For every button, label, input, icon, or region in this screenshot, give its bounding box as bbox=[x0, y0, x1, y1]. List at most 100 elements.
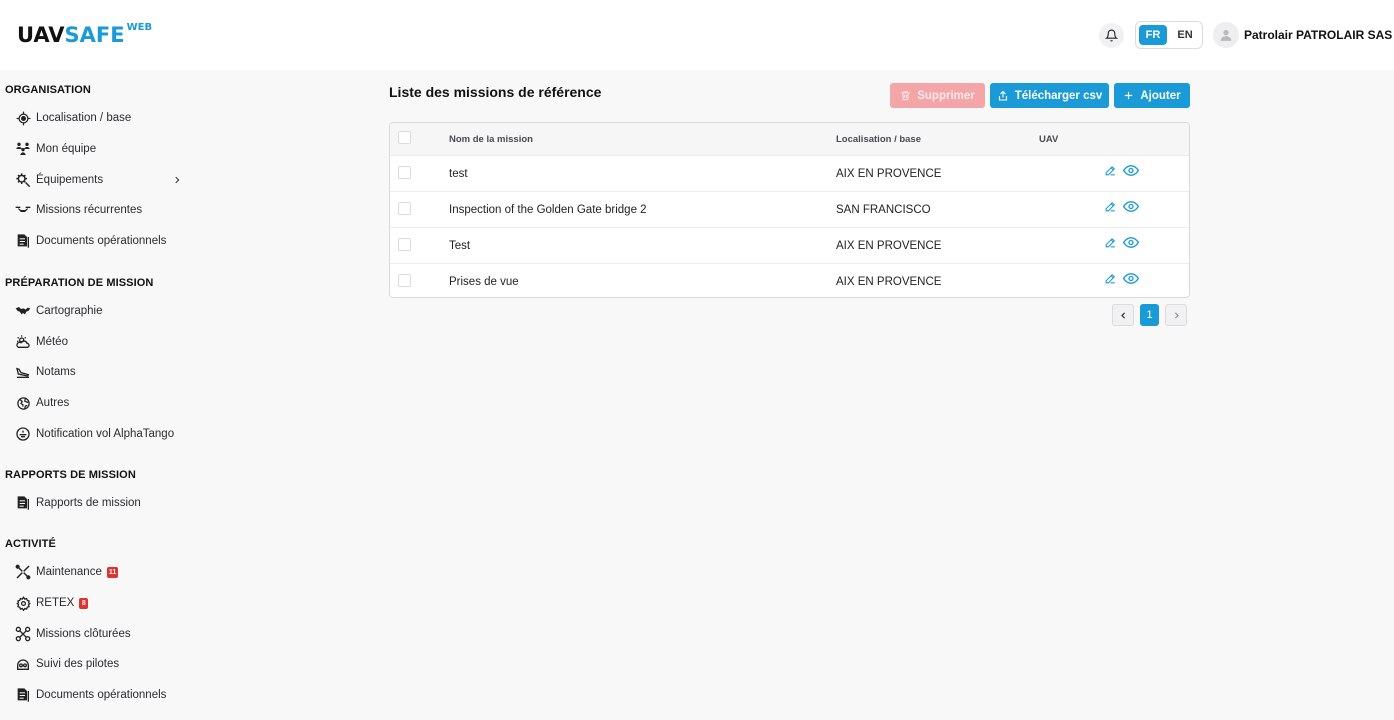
row-checkbox[interactable] bbox=[398, 274, 411, 287]
sidebar-item-label: Suivi des pilotes bbox=[36, 658, 120, 670]
uavsafe-logo[interactable]: UAVSAFE WEB bbox=[17, 22, 153, 48]
sidebar-item-equipements[interactable]: Équipements bbox=[15, 169, 103, 191]
table-row[interactable]: Prises de vue AIX EN PROVENCE bbox=[390, 263, 1189, 297]
sidebar-item-label: Localisation / base bbox=[36, 112, 132, 124]
user-avatar[interactable] bbox=[1213, 22, 1239, 48]
edit-pencil-icon[interactable] bbox=[1104, 272, 1117, 285]
lang-en-button[interactable]: EN bbox=[1171, 25, 1199, 45]
select-all-checkbox[interactable] bbox=[398, 131, 411, 144]
document-icon bbox=[15, 495, 31, 511]
sidebar-item-missions-cloturees[interactable]: Missions clôturées bbox=[15, 623, 131, 645]
notifications-button[interactable] bbox=[1099, 23, 1124, 48]
table-header: Nom de la mission Localisation / base UA… bbox=[390, 123, 1189, 155]
column-header-location[interactable]: Localisation / base bbox=[836, 134, 921, 145]
upload-icon bbox=[998, 90, 1007, 101]
edit-pencil-icon[interactable] bbox=[1104, 164, 1117, 177]
missions-table: Nom de la mission Localisation / base UA… bbox=[389, 122, 1190, 298]
drone-notify-icon bbox=[15, 426, 31, 442]
user-name[interactable]: Patrolair PATROLAIR SAS bbox=[1244, 28, 1392, 42]
sidebar-item-label: Autres bbox=[36, 397, 70, 409]
sidebar-item-notification-alphatango[interactable]: Notification vol AlphaTango bbox=[15, 423, 174, 445]
view-eye-icon[interactable] bbox=[1123, 164, 1139, 177]
logo-text-safe: SAFE bbox=[64, 23, 125, 47]
section-title-organisation: ORGANISATION bbox=[5, 84, 91, 96]
bell-icon bbox=[1105, 29, 1118, 42]
sidebar-item-label: Maintenance bbox=[36, 566, 102, 578]
view-eye-icon[interactable] bbox=[1123, 200, 1139, 213]
sidebar-item-mon-equipe[interactable]: Mon équipe bbox=[15, 138, 96, 160]
section-title-preparation: PRÉPARATION DE MISSION bbox=[5, 277, 154, 289]
table-row[interactable]: Test AIX EN PROVENCE bbox=[390, 227, 1189, 263]
sidebar-item-label: Missions clôturées bbox=[36, 628, 131, 640]
sidebar-item-cartographie[interactable]: Cartographie bbox=[15, 300, 102, 322]
mission-name-cell: test bbox=[449, 168, 468, 180]
sidebar-item-rapports-de-mission[interactable]: Rapports de mission bbox=[15, 492, 141, 514]
row-checkbox[interactable] bbox=[398, 238, 411, 251]
sidebar-item-localisation[interactable]: Localisation / base bbox=[15, 107, 131, 129]
delete-button[interactable]: Supprimer bbox=[890, 83, 985, 108]
table-row[interactable]: Inspection of the Golden Gate bridge 2 S… bbox=[390, 191, 1189, 227]
sidebar-item-label: Équipements bbox=[36, 174, 104, 186]
sidebar-item-missions-recurrentes[interactable]: Missions récurrentes bbox=[15, 199, 142, 221]
sidebar-item-label: Documents opérationnels bbox=[36, 235, 167, 247]
add-button[interactable]: Ajouter bbox=[1114, 83, 1190, 108]
language-switcher: FR EN bbox=[1135, 21, 1203, 49]
lang-fr-button[interactable]: FR bbox=[1139, 25, 1167, 45]
location-cell: AIX EN PROVENCE bbox=[836, 240, 942, 252]
sidebar-item-label: Mon équipe bbox=[36, 143, 97, 155]
next-page-button[interactable] bbox=[1165, 304, 1187, 326]
weather-icon bbox=[15, 334, 31, 350]
sidebar-item-meteo[interactable]: Météo bbox=[15, 331, 68, 353]
download-csv-button[interactable]: Télécharger csv bbox=[990, 83, 1109, 108]
sidebar-item-label: Documents opérationnels bbox=[36, 689, 167, 701]
sidebar-item-label: Missions récurrentes bbox=[36, 204, 143, 216]
column-header-mission-name[interactable]: Nom de la mission bbox=[449, 134, 533, 145]
view-eye-icon[interactable] bbox=[1123, 236, 1139, 249]
location-cell: AIX EN PROVENCE bbox=[836, 168, 942, 180]
team-icon bbox=[15, 141, 31, 157]
target-icon bbox=[15, 110, 31, 126]
sidebar-item-notams[interactable]: Notams bbox=[15, 361, 76, 383]
top-header: UAVSAFE WEB FR EN Patrolair PATROLAIR SA… bbox=[0, 0, 1394, 70]
retex-count-badge: 8 bbox=[79, 597, 89, 609]
maintenance-count-badge: 11 bbox=[106, 566, 119, 578]
sidebar-item-retex[interactable]: RETEX 8 bbox=[15, 592, 89, 614]
section-title-activite: ACTIVITÉ bbox=[5, 538, 56, 550]
pilot-icon bbox=[15, 656, 31, 672]
drone-icon bbox=[15, 626, 31, 642]
pagination: 1 bbox=[1112, 304, 1187, 326]
drone-icon bbox=[15, 202, 31, 218]
landing-icon bbox=[15, 364, 31, 380]
sidebar-item-documents-operationnels-2[interactable]: Documents opérationnels bbox=[15, 684, 166, 706]
sidebar-item-label: Cartographie bbox=[36, 305, 103, 317]
edit-pencil-icon[interactable] bbox=[1104, 200, 1117, 213]
document-icon bbox=[15, 233, 31, 249]
prev-page-button[interactable] bbox=[1112, 304, 1134, 326]
map-icon bbox=[15, 303, 31, 319]
sidebar-item-label: Notams bbox=[36, 366, 76, 378]
logo-text-web: WEB bbox=[126, 22, 153, 33]
sidebar-item-label: Rapports de mission bbox=[36, 497, 141, 509]
chevron-left-icon bbox=[1120, 311, 1125, 319]
page-title: Liste des missions de référence bbox=[389, 84, 602, 100]
sidebar-item-documents-operationnels[interactable]: Documents opérationnels bbox=[15, 230, 166, 252]
sidebar-item-suivi-des-pilotes[interactable]: Suivi des pilotes bbox=[15, 653, 119, 675]
sidebar: ORGANISATION Localisation / base Mon équ… bbox=[0, 70, 260, 720]
user-icon bbox=[1220, 30, 1232, 41]
chevron-right-icon bbox=[1174, 311, 1179, 319]
view-eye-icon[interactable] bbox=[1123, 272, 1139, 285]
column-header-uav[interactable]: UAV bbox=[1039, 134, 1058, 145]
sidebar-item-maintenance[interactable]: Maintenance 11 bbox=[15, 561, 119, 583]
mission-name-cell: Prises de vue bbox=[449, 276, 519, 288]
sidebar-item-label: Météo bbox=[36, 336, 68, 348]
document-icon bbox=[15, 687, 31, 703]
trash-icon bbox=[901, 91, 910, 101]
page-1-button[interactable]: 1 bbox=[1140, 304, 1159, 326]
chevron-right-icon[interactable] bbox=[172, 175, 182, 185]
table-row[interactable]: test AIX EN PROVENCE bbox=[390, 155, 1189, 191]
logo-text-uav: UAV bbox=[17, 23, 65, 47]
edit-pencil-icon[interactable] bbox=[1104, 236, 1117, 249]
row-checkbox[interactable] bbox=[398, 166, 411, 179]
row-checkbox[interactable] bbox=[398, 202, 411, 215]
sidebar-item-autres[interactable]: Autres bbox=[15, 392, 69, 414]
